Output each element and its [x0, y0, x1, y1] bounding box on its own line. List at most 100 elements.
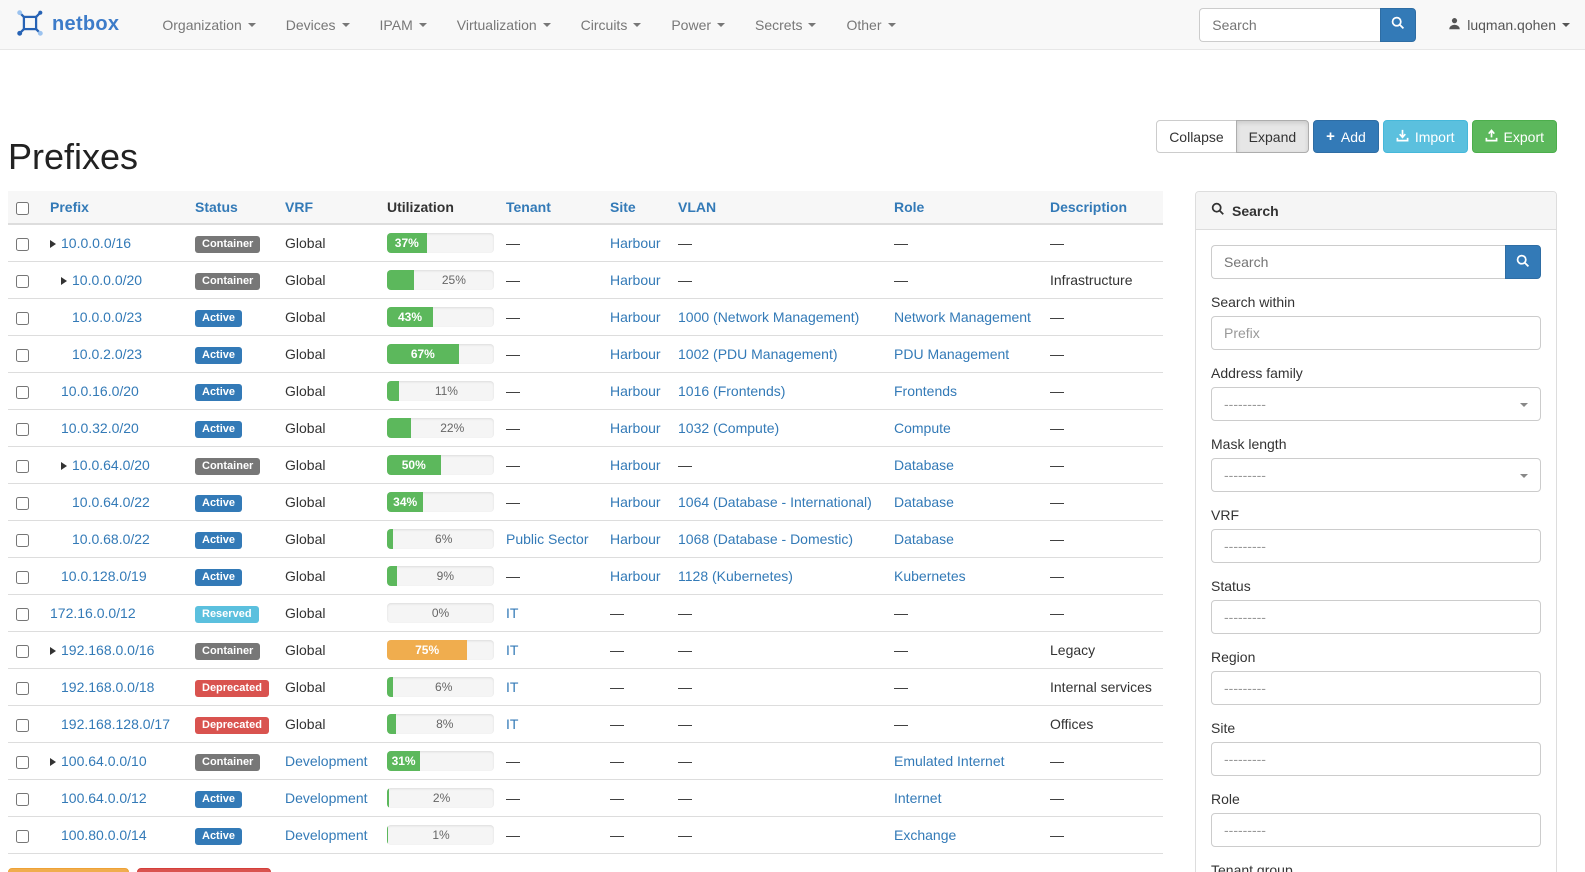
filter-select-mask-length[interactable]: --------- [1211, 458, 1541, 492]
nav-item-organization[interactable]: Organization [147, 0, 270, 50]
row-checkbox[interactable] [16, 793, 29, 806]
tenant-link[interactable]: IT [506, 605, 518, 621]
vlan-link[interactable]: 1016 (Frontends) [678, 383, 785, 399]
role-link[interactable]: Database [894, 457, 954, 473]
prefix-link[interactable]: 100.64.0.0/12 [61, 790, 147, 806]
tenant-link[interactable]: Public Sector [506, 531, 588, 547]
filter-search-input[interactable] [1211, 245, 1505, 279]
filter-select-site[interactable]: --------- [1211, 742, 1541, 776]
global-search-button[interactable] [1380, 8, 1416, 42]
vrf-link[interactable]: Development [285, 827, 368, 843]
site-link[interactable]: Harbour [610, 494, 661, 510]
prefix-link[interactable]: 10.0.16.0/20 [61, 383, 139, 399]
column-header-status[interactable]: Status [187, 191, 277, 224]
export-button[interactable]: Export [1472, 120, 1557, 153]
vrf-link[interactable]: Development [285, 790, 368, 806]
row-checkbox[interactable] [16, 349, 29, 362]
site-link[interactable]: Harbour [610, 383, 661, 399]
role-link[interactable]: Frontends [894, 383, 957, 399]
row-checkbox[interactable] [16, 460, 29, 473]
row-checkbox[interactable] [16, 682, 29, 695]
user-menu[interactable]: luqman.qohen [1448, 17, 1570, 33]
row-checkbox[interactable] [16, 756, 29, 769]
row-checkbox[interactable] [16, 571, 29, 584]
vlan-link[interactable]: 1064 (Database - International) [678, 494, 872, 510]
nav-item-power[interactable]: Power [656, 0, 740, 50]
expand-children-icon[interactable] [50, 647, 56, 655]
role-link[interactable]: Emulated Internet [894, 753, 1005, 769]
vlan-link[interactable]: 1032 (Compute) [678, 420, 779, 436]
site-link[interactable]: Harbour [610, 420, 661, 436]
prefix-link[interactable]: 10.0.64.0/22 [72, 494, 150, 510]
site-link[interactable]: Harbour [610, 309, 661, 325]
add-button[interactable]: + Add [1313, 120, 1379, 153]
filter-select-region[interactable]: --------- [1211, 671, 1541, 705]
collapse-button[interactable]: Collapse [1156, 120, 1236, 153]
select-all-checkbox[interactable] [16, 202, 29, 215]
edit-selected-button[interactable]: Edit Selected [8, 868, 129, 872]
site-link[interactable]: Harbour [610, 272, 661, 288]
vrf-link[interactable]: Development [285, 753, 368, 769]
row-checkbox[interactable] [16, 534, 29, 547]
prefix-link[interactable]: 192.168.128.0/17 [61, 716, 170, 732]
prefix-link[interactable]: 192.168.0.0/16 [61, 642, 154, 658]
filter-select-address-family[interactable]: --------- [1211, 387, 1541, 421]
expand-children-icon[interactable] [61, 462, 67, 470]
nav-item-other[interactable]: Other [831, 0, 910, 50]
nav-item-virtualization[interactable]: Virtualization [442, 0, 566, 50]
role-link[interactable]: Exchange [894, 827, 956, 843]
column-header-description[interactable]: Description [1042, 191, 1163, 224]
import-button[interactable]: Import [1383, 120, 1468, 153]
expand-children-icon[interactable] [50, 240, 56, 248]
row-checkbox[interactable] [16, 830, 29, 843]
nav-item-ipam[interactable]: IPAM [365, 0, 442, 50]
prefix-link[interactable]: 100.64.0.0/10 [61, 753, 147, 769]
nav-item-secrets[interactable]: Secrets [740, 0, 831, 50]
column-header-vlan[interactable]: VLAN [670, 191, 886, 224]
site-link[interactable]: Harbour [610, 531, 661, 547]
vlan-link[interactable]: 1002 (PDU Management) [678, 346, 838, 362]
row-checkbox[interactable] [16, 275, 29, 288]
role-link[interactable]: Kubernetes [894, 568, 966, 584]
site-link[interactable]: Harbour [610, 568, 661, 584]
nav-item-devices[interactable]: Devices [271, 0, 365, 50]
column-header-tenant[interactable]: Tenant [498, 191, 602, 224]
role-link[interactable]: Internet [894, 790, 941, 806]
vlan-link[interactable]: 1128 (Kubernetes) [678, 568, 793, 584]
filter-select-role[interactable]: --------- [1211, 813, 1541, 847]
global-search-input[interactable] [1199, 8, 1380, 42]
site-link[interactable]: Harbour [610, 457, 661, 473]
row-checkbox[interactable] [16, 386, 29, 399]
prefix-link[interactable]: 100.80.0.0/14 [61, 827, 147, 843]
expand-children-icon[interactable] [50, 758, 56, 766]
row-checkbox[interactable] [16, 312, 29, 325]
delete-selected-button[interactable]: Delete Selected [137, 868, 272, 872]
tenant-link[interactable]: IT [506, 642, 518, 658]
column-header-vrf[interactable]: VRF [277, 191, 379, 224]
vlan-link[interactable]: 1068 (Database - Domestic) [678, 531, 853, 547]
site-link[interactable]: Harbour [610, 346, 661, 362]
netbox-brand[interactable]: netbox [15, 8, 119, 41]
prefix-link[interactable]: 10.0.68.0/22 [72, 531, 150, 547]
vlan-link[interactable]: 1000 (Network Management) [678, 309, 859, 325]
filter-select-vrf[interactable]: --------- [1211, 529, 1541, 563]
nav-item-circuits[interactable]: Circuits [566, 0, 657, 50]
role-link[interactable]: Compute [894, 420, 951, 436]
expand-children-icon[interactable] [61, 277, 67, 285]
row-checkbox[interactable] [16, 497, 29, 510]
row-checkbox[interactable] [16, 645, 29, 658]
role-link[interactable]: Database [894, 531, 954, 547]
column-header-site[interactable]: Site [602, 191, 670, 224]
prefix-link[interactable]: 10.0.64.0/20 [72, 457, 150, 473]
expand-button[interactable]: Expand [1236, 120, 1309, 153]
column-header-prefix[interactable]: Prefix [42, 191, 187, 224]
column-header-role[interactable]: Role [886, 191, 1042, 224]
tenant-link[interactable]: IT [506, 716, 518, 732]
row-checkbox[interactable] [16, 719, 29, 732]
filter-select-status[interactable]: --------- [1211, 600, 1541, 634]
filter-search-button[interactable] [1505, 245, 1541, 279]
prefix-link[interactable]: 10.0.0.0/20 [72, 272, 142, 288]
prefix-link[interactable]: 192.168.0.0/18 [61, 679, 154, 695]
role-link[interactable]: Network Management [894, 309, 1031, 325]
site-link[interactable]: Harbour [610, 235, 661, 251]
